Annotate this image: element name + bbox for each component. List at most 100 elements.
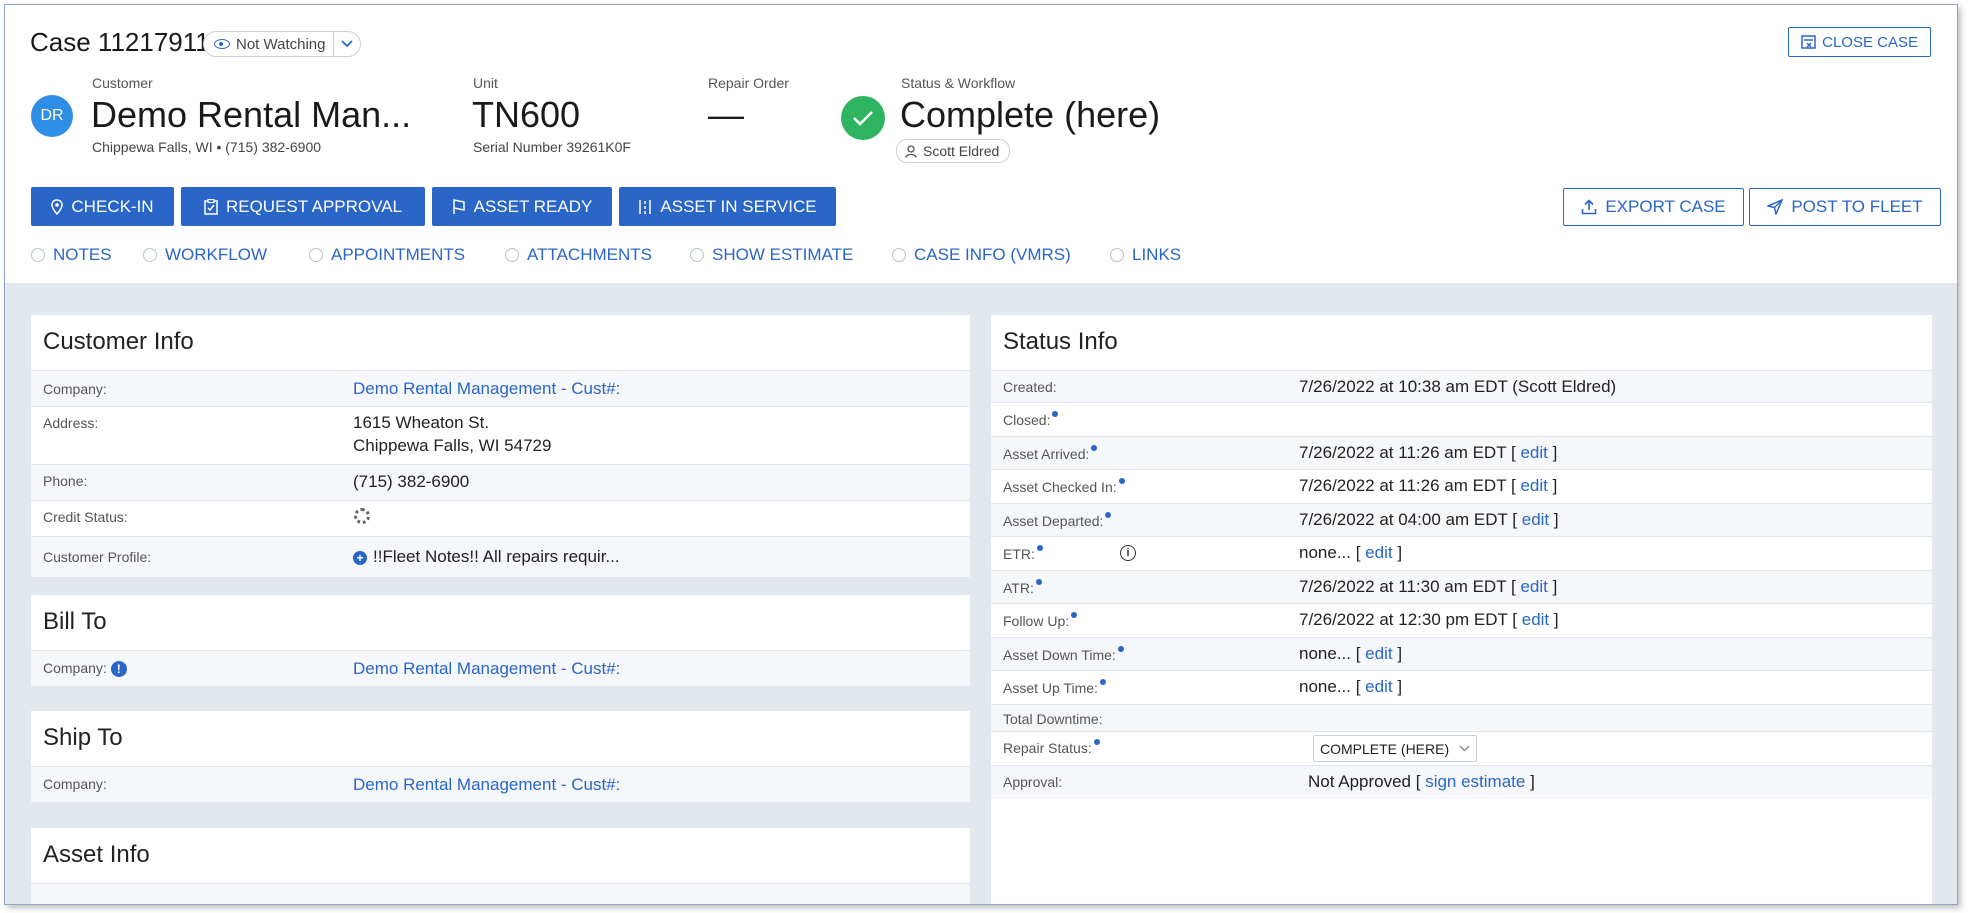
- status-row: ETR: i none... [ edit ]: [991, 536, 1932, 570]
- dot-icon: [1105, 512, 1112, 518]
- toggle-workflow[interactable]: WORKFLOW: [143, 245, 267, 265]
- row-label: Approval:: [1003, 774, 1063, 790]
- dot-icon: [1071, 612, 1078, 618]
- dot-icon: [1035, 579, 1042, 585]
- profile-text: !!Fleet Notes!! All repairs requir...: [373, 547, 620, 566]
- status-value-cell: 7/26/2022 at 11:26 am EDT [ edit ]: [1299, 443, 1558, 462]
- unit-value[interactable]: TN600: [472, 94, 580, 136]
- row-label: Customer Profile:: [43, 549, 152, 565]
- status-value-cell: none... [ edit ]: [1299, 644, 1403, 663]
- info-row: Phone: (715) 382-6900: [31, 464, 970, 500]
- alert-icon[interactable]: !: [110, 661, 127, 678]
- status-row: Closed:: [991, 402, 1932, 436]
- bill-to-company-link[interactable]: Demo Rental Management - Cust#:: [353, 659, 620, 679]
- ship-to-company-link[interactable]: Demo Rental Management - Cust#:: [353, 775, 620, 795]
- company-link[interactable]: Demo Rental Management - Cust#:: [353, 379, 620, 399]
- date-value: 7/26/2022 at 12:30 pm EDT: [1299, 610, 1508, 629]
- watch-label: Not Watching: [236, 35, 326, 53]
- user-icon: [905, 144, 917, 158]
- row-label-text: ETR:: [1003, 546, 1035, 562]
- row-label: ETR:: [1003, 545, 1043, 562]
- post-to-fleet-button[interactable]: POST TO FLEET: [1749, 188, 1941, 226]
- edit-link[interactable]: edit: [1520, 577, 1547, 596]
- asset-in-service-button[interactable]: ASSET IN SERVICE: [619, 187, 836, 226]
- info-row: Company: Demo Rental Management - Cust#:: [31, 370, 970, 406]
- repair-status-select[interactable]: COMPLETE (HERE): [1313, 735, 1478, 762]
- status-value[interactable]: Complete (here): [900, 94, 1160, 136]
- sign-estimate-link[interactable]: sign estimate: [1425, 772, 1525, 791]
- close-case-button[interactable]: CLOSE CASE: [1788, 27, 1931, 57]
- watch-toggle[interactable]: Not Watching: [203, 31, 362, 57]
- toggle-label: NOTES: [53, 245, 112, 264]
- row-label: ATR:: [1003, 579, 1042, 596]
- status-row: Asset Departed: 7/26/2022 at 04:00 am ED…: [991, 503, 1932, 536]
- row-label-text: Asset Checked In:: [1003, 479, 1117, 495]
- row-label: Asset Up Time:: [1003, 679, 1106, 696]
- plus-circle-icon: +: [353, 550, 367, 565]
- radio-icon: [892, 248, 906, 262]
- edit-link[interactable]: edit: [1365, 543, 1392, 562]
- edit-link[interactable]: edit: [1520, 476, 1547, 495]
- date-value: none...: [1299, 677, 1351, 696]
- row-label: Phone:: [43, 473, 88, 489]
- asset-ready-button[interactable]: ASSET READY: [432, 187, 612, 226]
- export-case-button[interactable]: EXPORT CASE: [1563, 188, 1744, 226]
- info-row: [31, 883, 970, 904]
- row-label: Address:: [43, 415, 99, 431]
- request-approval-button[interactable]: REQUEST APPROVAL: [181, 187, 425, 226]
- status-value-cell: none... [ edit ]: [1299, 677, 1403, 696]
- row-label: Credit Status:: [43, 509, 128, 525]
- case-header: Case 11217911 Not Watching CLOSE CASE DR…: [5, 5, 1957, 283]
- export-case-label: EXPORT CASE: [1605, 197, 1726, 216]
- panel-title: Customer Info: [43, 328, 194, 355]
- asset-info-panel: Asset Info: [31, 828, 970, 904]
- edit-link[interactable]: edit: [1365, 677, 1392, 696]
- customer-profile[interactable]: + !!Fleet Notes!! All repairs requir...: [353, 547, 620, 567]
- edit-link[interactable]: edit: [1522, 610, 1549, 629]
- unit-label: Unit: [473, 75, 498, 91]
- toggle-label: APPOINTMENTS: [331, 245, 466, 264]
- asset-in-service-label: ASSET IN SERVICE: [660, 196, 817, 216]
- toggle-attachments[interactable]: ATTACHMENTS: [505, 245, 652, 265]
- toggle-links[interactable]: LINKS: [1110, 245, 1181, 265]
- radio-icon: [1110, 248, 1124, 262]
- customer-name[interactable]: Demo Rental Man...: [91, 94, 411, 136]
- date-value: none...: [1299, 543, 1351, 562]
- toggle-label: WORKFLOW: [165, 245, 267, 264]
- request-approval-label: REQUEST APPROVAL: [225, 196, 403, 216]
- phone-value: (715) 382-6900: [353, 472, 470, 491]
- toggle-case-info-vmrs[interactable]: CASE INFO (VMRS): [892, 245, 1071, 265]
- customer-location: Chippewa Falls, WI • (715) 382-6900: [92, 139, 322, 155]
- info-row: Company: ! Demo Rental Management - Cust…: [31, 650, 970, 686]
- dot-icon: [1118, 478, 1125, 484]
- close-case-icon: [1801, 34, 1816, 49]
- repair-status-value: COMPLETE (HERE): [1320, 740, 1450, 757]
- row-label-text: Asset Down Time:: [1003, 647, 1116, 663]
- edit-link[interactable]: edit: [1365, 644, 1392, 663]
- chevron-down-icon[interactable]: [333, 32, 360, 56]
- close-case-label: CLOSE CASE: [1822, 33, 1918, 51]
- check-in-button[interactable]: CHECK-IN: [31, 187, 174, 226]
- edit-link[interactable]: edit: [1522, 510, 1549, 529]
- panel-title: Asset Info: [43, 841, 150, 868]
- map-pin-icon: [51, 198, 64, 215]
- row-label-text: ATR:: [1003, 580, 1034, 596]
- edit-link[interactable]: edit: [1520, 443, 1547, 462]
- toggle-notes[interactable]: NOTES: [31, 245, 112, 265]
- status-value-cell: 7/26/2022 at 04:00 am EDT [ edit ]: [1299, 510, 1559, 529]
- row-label: Follow Up:: [1003, 612, 1078, 629]
- bill-to-panel: Bill To Company: ! Demo Rental Managemen…: [31, 595, 970, 686]
- status-value-cell: none... [ edit ]: [1299, 543, 1403, 562]
- status-row: Approval: Not Approved [ sign estimate ]: [991, 765, 1932, 799]
- toggle-appointments[interactable]: APPOINTMENTS: [309, 245, 465, 265]
- clipboard-icon: [204, 198, 218, 215]
- created-value: 7/26/2022 at 10:38 am EDT (Scott Eldred): [1299, 377, 1617, 396]
- row-label: Repair Status:: [1003, 739, 1100, 756]
- panel-title: Status Info: [1003, 328, 1118, 355]
- radio-icon: [690, 248, 704, 262]
- road-icon: [639, 199, 652, 214]
- assignee-chip[interactable]: Scott Eldred: [896, 139, 1011, 163]
- toggle-show-estimate[interactable]: SHOW ESTIMATE: [690, 245, 853, 265]
- asset-ready-label: ASSET READY: [473, 196, 593, 216]
- info-icon[interactable]: i: [1120, 545, 1136, 561]
